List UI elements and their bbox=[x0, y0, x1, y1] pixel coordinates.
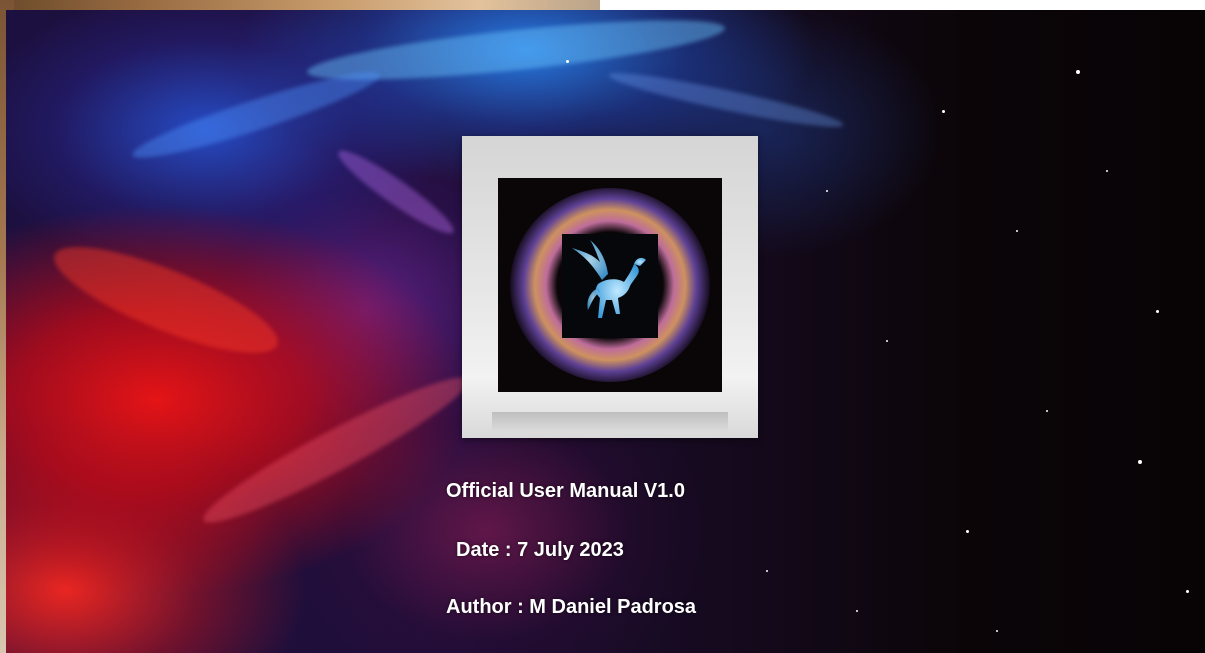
document-page: Official User Manual V1.0 Date : 7 July … bbox=[0, 0, 1205, 653]
manual-date: Date : 7 July 2023 bbox=[456, 539, 624, 561]
manual-title: Official User Manual V1.0 bbox=[446, 480, 685, 502]
nebula-filament bbox=[331, 142, 461, 242]
star bbox=[566, 60, 569, 63]
star bbox=[1046, 410, 1048, 412]
star bbox=[1076, 70, 1080, 74]
star bbox=[826, 190, 828, 192]
frame-reflection bbox=[492, 412, 728, 432]
star bbox=[1016, 230, 1018, 232]
pegasus-icon bbox=[572, 240, 646, 318]
emblem-frame bbox=[462, 136, 758, 438]
star bbox=[856, 610, 858, 612]
star bbox=[886, 340, 888, 342]
star bbox=[966, 530, 969, 533]
star bbox=[996, 630, 998, 632]
nebula-filament bbox=[43, 227, 289, 373]
star bbox=[1156, 310, 1159, 313]
emblem-center bbox=[562, 234, 658, 338]
star bbox=[766, 570, 768, 572]
star bbox=[1106, 170, 1108, 172]
star bbox=[1186, 590, 1189, 593]
star bbox=[1138, 460, 1142, 464]
star bbox=[942, 110, 945, 113]
nebula-filament bbox=[606, 65, 846, 135]
nebula-filament bbox=[194, 361, 478, 539]
emblem-image bbox=[498, 178, 722, 392]
manual-author: Author : M Daniel Padrosa bbox=[446, 596, 697, 618]
